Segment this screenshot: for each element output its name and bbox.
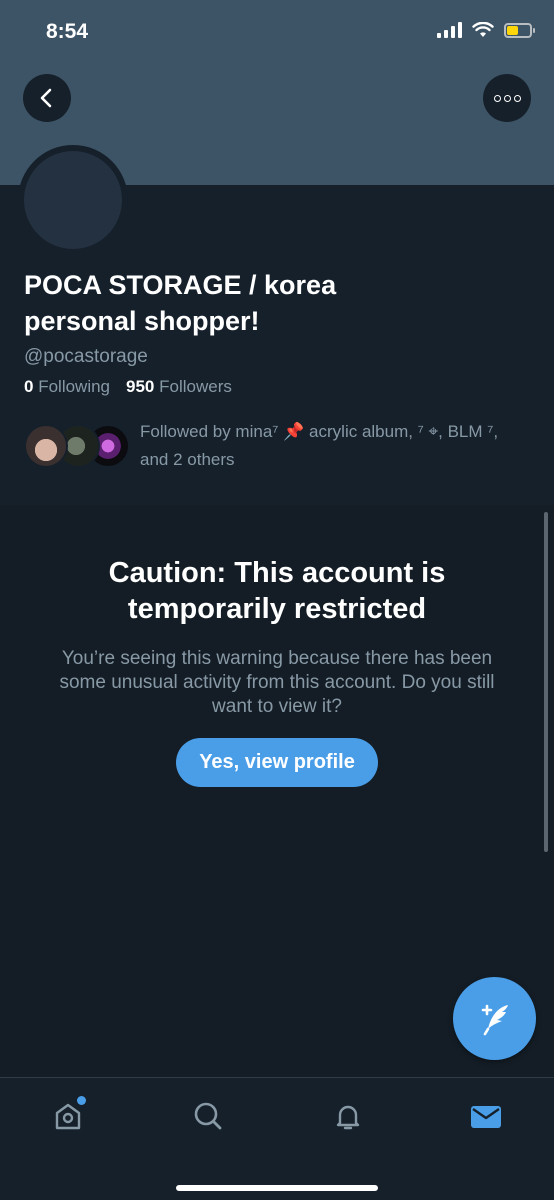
followed-by-avatars[interactable] — [24, 424, 130, 468]
caution-title: Caution: This account is temporarily res… — [108, 557, 446, 625]
search-icon — [194, 1102, 222, 1130]
battery-icon — [504, 22, 535, 38]
back-button[interactable] — [23, 74, 71, 122]
mail-icon — [471, 1106, 501, 1128]
follower-avatar — [24, 424, 68, 468]
home-indicator[interactable] — [176, 1185, 378, 1191]
tab-search[interactable] — [188, 1096, 228, 1136]
wifi-icon — [472, 22, 494, 37]
following-link[interactable]: 0 Following — [24, 377, 110, 397]
view-profile-button[interactable]: Yes, view profile — [176, 738, 378, 787]
following-label: Following — [38, 377, 111, 396]
battery-fill — [507, 25, 518, 35]
chevron-left-icon — [40, 88, 52, 108]
tab-messages[interactable] — [466, 1096, 506, 1136]
followers-link[interactable]: 950 Followers — [126, 377, 232, 397]
caution-body: You’re seeing this warning because there… — [59, 648, 495, 717]
following-count: 0 — [24, 377, 34, 396]
tab-home[interactable] — [48, 1096, 88, 1136]
scrollbar[interactable] — [544, 512, 548, 852]
signal-icon — [437, 22, 462, 38]
status-bar: 8:54 — [0, 0, 554, 70]
status-icons — [437, 22, 535, 38]
profile-avatar[interactable] — [18, 145, 128, 255]
status-time: 8:54 — [46, 20, 89, 43]
more-dots-icon — [493, 94, 521, 102]
tab-bar — [0, 1077, 554, 1200]
display-name: POCA STORAGE / korea personal shopper! — [24, 270, 337, 336]
compose-tweet-icon — [481, 1004, 508, 1035]
compose-button[interactable] — [453, 977, 536, 1060]
bell-icon — [336, 1105, 360, 1130]
tab-notifications[interactable] — [328, 1096, 368, 1136]
more-options-button[interactable] — [483, 74, 531, 122]
followers-count: 950 — [126, 377, 155, 396]
followers-label: Followers — [159, 377, 232, 396]
follow-stats: 0 Following 950 Followers — [24, 377, 232, 397]
followed-by-text[interactable]: Followed by mina⁷ 📌 acrylic album, ⁷ ⌖, … — [140, 418, 530, 474]
profile-handle: @pocastorage — [24, 346, 148, 367]
avatar-placeholder — [24, 151, 122, 249]
unread-dot — [77, 1096, 86, 1105]
